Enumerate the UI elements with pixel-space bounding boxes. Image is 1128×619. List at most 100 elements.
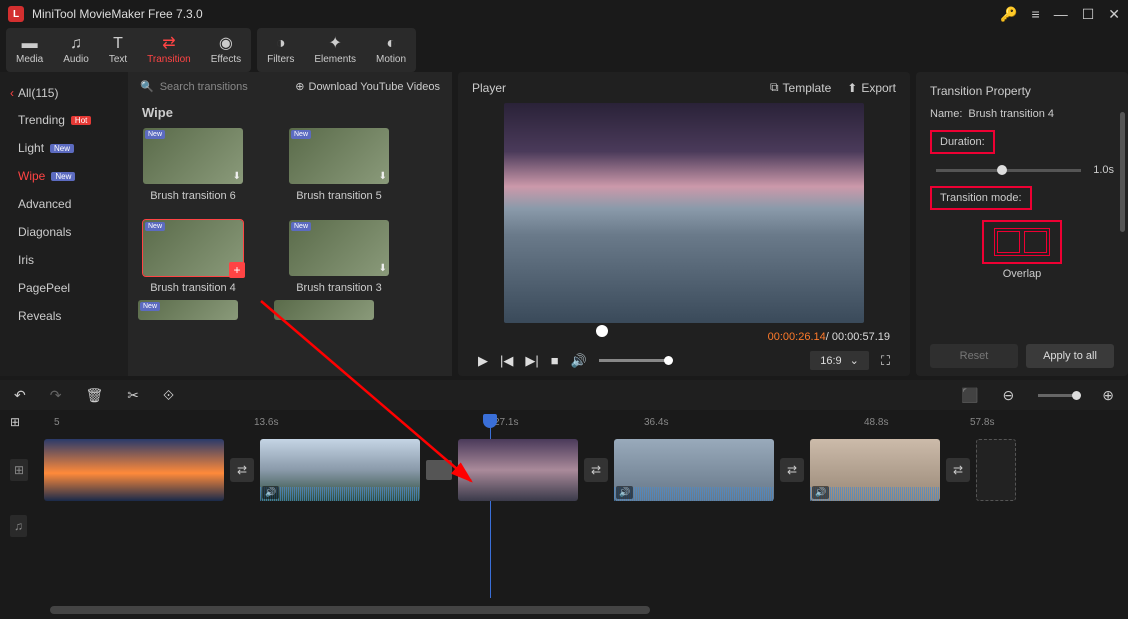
search-icon: 🔍 bbox=[140, 80, 154, 93]
key-icon[interactable]: 🔑 bbox=[1000, 6, 1017, 23]
sidebar-item-advanced[interactable]: Advanced bbox=[0, 190, 128, 218]
horizontal-scrollbar[interactable] bbox=[50, 606, 1118, 614]
category-sidebar: ‹All(115) TrendingHot LightNew WipeNew A… bbox=[0, 72, 128, 376]
transition-thumb[interactable]: New⬇Brush transition 5 bbox=[284, 128, 394, 202]
tab-transition[interactable]: ⇄Transition bbox=[137, 36, 201, 65]
sidebar-item-reveals[interactable]: Reveals bbox=[0, 302, 128, 330]
player-title: Player bbox=[472, 81, 754, 95]
stop-button[interactable]: ■ bbox=[551, 353, 559, 368]
time-current: 00:00:26.14 bbox=[768, 331, 826, 343]
mode-label: Transition mode: bbox=[930, 186, 1032, 210]
zoom-slider[interactable] bbox=[1038, 394, 1078, 397]
speaker-icon: 🔊 bbox=[616, 486, 633, 499]
video-preview[interactable] bbox=[478, 103, 890, 323]
transition-thumb[interactable]: New⬇Brush transition 6 bbox=[138, 128, 248, 202]
elements-icon: ✦ bbox=[328, 36, 341, 52]
timeline: ⊞ 5 13.6s 27.1s 36.4s 48.8s 57.8s ⊞ ⇄ 🔊 … bbox=[0, 410, 1128, 618]
add-transition-button[interactable]: + bbox=[229, 262, 245, 278]
download-thumb-icon[interactable]: ⬇ bbox=[379, 171, 387, 182]
audio-track-icon: ♫ bbox=[10, 515, 27, 537]
timeline-clip[interactable] bbox=[458, 439, 578, 501]
playhead[interactable] bbox=[483, 414, 497, 428]
name-label: Name: bbox=[930, 108, 962, 120]
cut-button[interactable]: ✂ bbox=[127, 387, 139, 404]
add-track-button[interactable]: ⊞ bbox=[10, 415, 20, 429]
search-input[interactable]: 🔍Search transitions bbox=[140, 80, 287, 93]
timeline-clip[interactable] bbox=[44, 439, 224, 501]
template-button[interactable]: ⧉Template bbox=[770, 80, 831, 95]
tab-text[interactable]: TText bbox=[99, 36, 137, 65]
download-icon: ⊕ bbox=[295, 80, 304, 93]
sidebar-item-pagepeel[interactable]: PagePeel bbox=[0, 274, 128, 302]
transition-applied[interactable] bbox=[426, 460, 452, 480]
tab-audio[interactable]: ♫Audio bbox=[53, 36, 99, 65]
sidebar-item-trending[interactable]: TrendingHot bbox=[0, 106, 128, 134]
tab-motion[interactable]: ◐Motion bbox=[366, 36, 416, 65]
vertical-scrollbar[interactable] bbox=[1120, 112, 1125, 232]
volume-icon[interactable]: 🔊 bbox=[571, 353, 587, 369]
prev-frame-button[interactable]: |◀ bbox=[500, 353, 513, 369]
timeline-clip[interactable]: 🔊 bbox=[614, 439, 774, 501]
maximize-button[interactable]: ☐ bbox=[1082, 6, 1095, 23]
tab-elements[interactable]: ✦Elements bbox=[304, 36, 366, 65]
aspect-ratio-select[interactable]: 16:9⌄ bbox=[810, 351, 869, 370]
chevron-down-icon: ⌄ bbox=[850, 354, 859, 367]
undo-button[interactable]: ↶ bbox=[14, 387, 26, 404]
zoom-in-button[interactable]: ⊕ bbox=[1102, 387, 1114, 404]
main-body: ‹All(115) TrendingHot LightNew WipeNew A… bbox=[0, 72, 1128, 376]
close-button[interactable]: ✕ bbox=[1108, 6, 1120, 23]
apply-all-button[interactable]: Apply to all bbox=[1026, 344, 1114, 368]
hot-badge: Hot bbox=[71, 116, 91, 125]
download-thumb-icon[interactable]: ⬇ bbox=[379, 263, 387, 274]
effects-icon: ◉ bbox=[219, 36, 233, 52]
sidebar-item-diagonals[interactable]: Diagonals bbox=[0, 218, 128, 246]
video-track-icon: ⊞ bbox=[10, 459, 28, 481]
download-thumb-icon[interactable]: ⬇ bbox=[233, 171, 241, 182]
download-youtube-link[interactable]: ⊕Download YouTube Videos bbox=[295, 80, 440, 93]
play-button[interactable]: ▶ bbox=[478, 353, 488, 369]
timeline-ruler[interactable]: ⊞ 5 13.6s 27.1s 36.4s 48.8s 57.8s bbox=[0, 410, 1128, 434]
export-button[interactable]: ⬆Export bbox=[847, 81, 896, 95]
transition-thumb[interactable]: New bbox=[138, 300, 238, 320]
empty-clip-slot[interactable] bbox=[976, 439, 1016, 501]
video-track[interactable]: ⊞ ⇄ 🔊 ⇄ 🔊 ⇄ 🔊 ⇄ bbox=[0, 434, 1128, 506]
duration-value: 1.0s bbox=[1093, 164, 1114, 176]
redo-button[interactable]: ↷ bbox=[50, 387, 62, 404]
timeline-clip[interactable]: 🔊 bbox=[260, 439, 420, 501]
folder-icon: ▬ bbox=[22, 36, 38, 52]
crop-button[interactable]: ⟐ bbox=[163, 387, 174, 404]
menu-icon[interactable]: ≡ bbox=[1032, 6, 1040, 22]
volume-slider[interactable] bbox=[599, 359, 669, 362]
duration-slider[interactable] bbox=[936, 169, 1081, 172]
transition-slot[interactable]: ⇄ bbox=[584, 458, 608, 482]
minimize-button[interactable]: — bbox=[1054, 6, 1068, 22]
audio-track[interactable]: ♫ bbox=[0, 506, 1128, 546]
tab-media[interactable]: ▬Media bbox=[6, 36, 53, 65]
sidebar-item-light[interactable]: LightNew bbox=[0, 134, 128, 162]
transition-slot[interactable]: ⇄ bbox=[230, 458, 254, 482]
delete-button[interactable]: 🗑 bbox=[85, 387, 103, 404]
player-panel: Player ⧉Template ⬆Export 00:00:26.14 / 0… bbox=[458, 72, 910, 376]
transition-slot[interactable]: ⇄ bbox=[946, 458, 970, 482]
transition-thumb-selected[interactable]: New+Brush transition 4 bbox=[138, 220, 248, 294]
music-icon: ♫ bbox=[70, 36, 82, 52]
export-icon: ⬆ bbox=[847, 81, 857, 95]
sidebar-item-wipe[interactable]: WipeNew bbox=[0, 162, 128, 190]
transition-thumb[interactable] bbox=[274, 300, 374, 320]
audio-toggle-icon[interactable]: ⬛ bbox=[961, 387, 978, 404]
category-all[interactable]: ‹All(115) bbox=[0, 80, 128, 106]
fullscreen-button[interactable]: ⛶ bbox=[881, 353, 890, 369]
transition-thumb[interactable]: New⬇Brush transition 3 bbox=[284, 220, 394, 294]
next-frame-button[interactable]: ▶| bbox=[525, 353, 538, 369]
sidebar-item-iris[interactable]: Iris bbox=[0, 246, 128, 274]
reset-button[interactable]: Reset bbox=[930, 344, 1018, 368]
mode-option-overlap[interactable] bbox=[982, 220, 1062, 264]
duration-label: Duration: bbox=[930, 130, 995, 154]
new-badge: New bbox=[51, 172, 75, 181]
tab-effects[interactable]: ◉Effects bbox=[201, 36, 251, 65]
tab-filters[interactable]: ◑Filters bbox=[257, 36, 304, 65]
timeline-clip[interactable]: 🔊 bbox=[810, 439, 940, 501]
speaker-icon: 🔊 bbox=[262, 486, 279, 499]
transition-slot[interactable]: ⇄ bbox=[780, 458, 804, 482]
zoom-out-button[interactable]: ⊖ bbox=[1003, 387, 1015, 404]
